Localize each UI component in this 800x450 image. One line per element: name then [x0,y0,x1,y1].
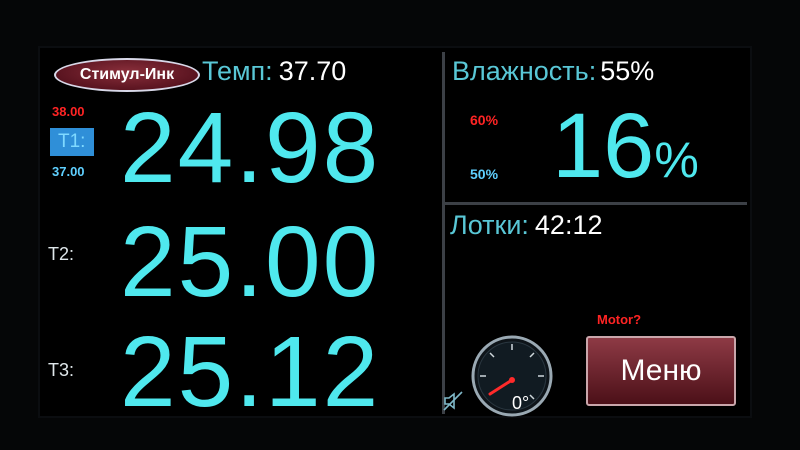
t2-label[interactable]: T2: [48,244,74,265]
speaker-muted-icon[interactable] [442,390,464,412]
trays-timer: 42:12 [534,210,603,240]
humidity-label: Влажность: [452,56,597,86]
humidity-target: 55% [600,56,655,86]
menu-button-label: Меню [620,354,702,387]
controller-screen: Стимул-Инк Темп: 37.70 38.00 T1: 37.00 24… [40,48,750,422]
humidity-low-limit: 50% [470,166,499,182]
trays-readout: Лотки: 42:12 [450,210,602,241]
t1-value: 24.98 [120,92,381,204]
trays-label: Лотки: [450,210,529,240]
t1-selected-label[interactable]: T1: [50,128,94,156]
t3-value: 25.12 [120,316,381,428]
tempo-readout: Темп: 37.70 [202,56,346,87]
humidity-header: Влажность: 55% [452,56,654,87]
t1-low-limit: 37.00 [52,164,85,179]
humidity-value: 16 [552,95,655,197]
humidity-value-display: 16% [552,98,699,208]
brand-logo-text: Стимул-Инк [79,66,175,83]
t3-label[interactable]: T3: [48,360,74,381]
menu-button[interactable]: Меню [586,336,736,406]
humidity-unit: % [654,132,699,188]
humidity-high-limit: 60% [470,112,499,128]
brand-logo: Стимул-Инк [54,58,200,92]
t2-value: 25.00 [120,206,381,318]
motor-status: Motor? [597,312,642,327]
tempo-label: Темп: [202,56,273,86]
vertical-divider [442,52,445,414]
t1-high-limit: 38.00 [52,104,85,119]
gauge-value: 0° [512,393,530,413]
tempo-value: 37.70 [278,56,347,86]
